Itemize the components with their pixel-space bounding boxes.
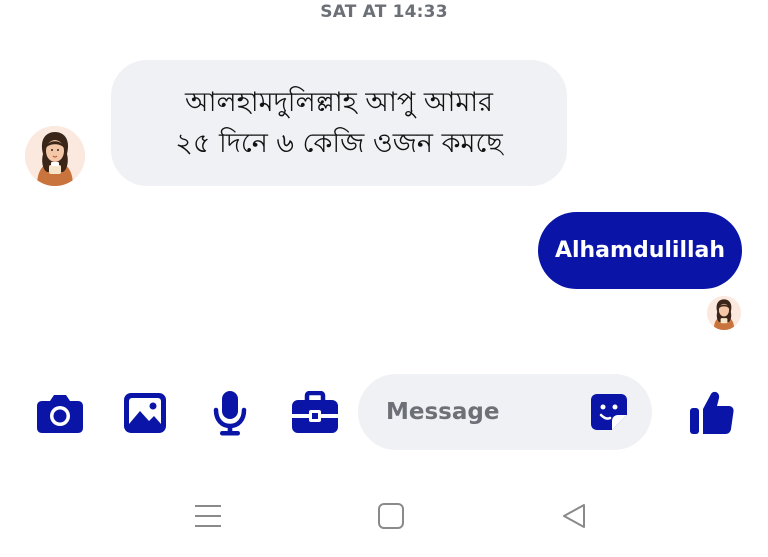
microphone-icon [213, 391, 247, 436]
sticker-button[interactable] [588, 391, 630, 433]
back-icon [563, 504, 585, 528]
camera-button[interactable] [35, 388, 85, 438]
like-button[interactable] [687, 388, 737, 438]
avatar-illustration-small [707, 296, 741, 330]
incoming-message-line-1: আলহামদুলিল্লাহ আপু আমার [184, 87, 493, 118]
seen-receipt-avatar [707, 296, 741, 330]
contact-avatar[interactable] [25, 126, 85, 186]
recent-apps-button[interactable] [186, 494, 230, 538]
incoming-message-bubble[interactable]: আলহামদুলিল্লাহ আপু আমার ২৫ দিনে ৬ কেজি ও… [111, 60, 567, 186]
gallery-button[interactable] [120, 388, 170, 438]
back-button[interactable] [552, 494, 596, 538]
message-input[interactable] [384, 398, 578, 426]
incoming-message-line-2: ২৫ দিনে ৬ কেজি ওজন কমছে [175, 128, 503, 159]
chat-screen: SAT AT 14:33 আলহামদুলিল্লাহ আপু আমার ২৫ … [0, 0, 768, 557]
sticker-icon [591, 394, 627, 430]
camera-icon [37, 395, 83, 433]
outgoing-message-bubble[interactable]: Alhamdulillah [538, 212, 742, 289]
thumbs-up-icon [690, 391, 734, 434]
voice-message-button[interactable] [205, 388, 255, 438]
toolbox-icon [292, 391, 338, 433]
home-icon [378, 503, 404, 529]
message-timestamp: SAT AT 14:33 [320, 2, 448, 22]
outgoing-message-text: Alhamdulillah [554, 238, 726, 263]
home-button[interactable] [369, 494, 413, 538]
message-composer[interactable] [358, 374, 652, 450]
toolbox-button[interactable] [290, 388, 340, 438]
incoming-message-text: আলহামদুলিল্লাহ আপু আমার ২৫ দিনে ৬ কেজি ও… [175, 82, 502, 164]
menu-icon [195, 505, 221, 527]
gallery-icon [124, 393, 166, 433]
avatar-illustration [25, 126, 85, 186]
